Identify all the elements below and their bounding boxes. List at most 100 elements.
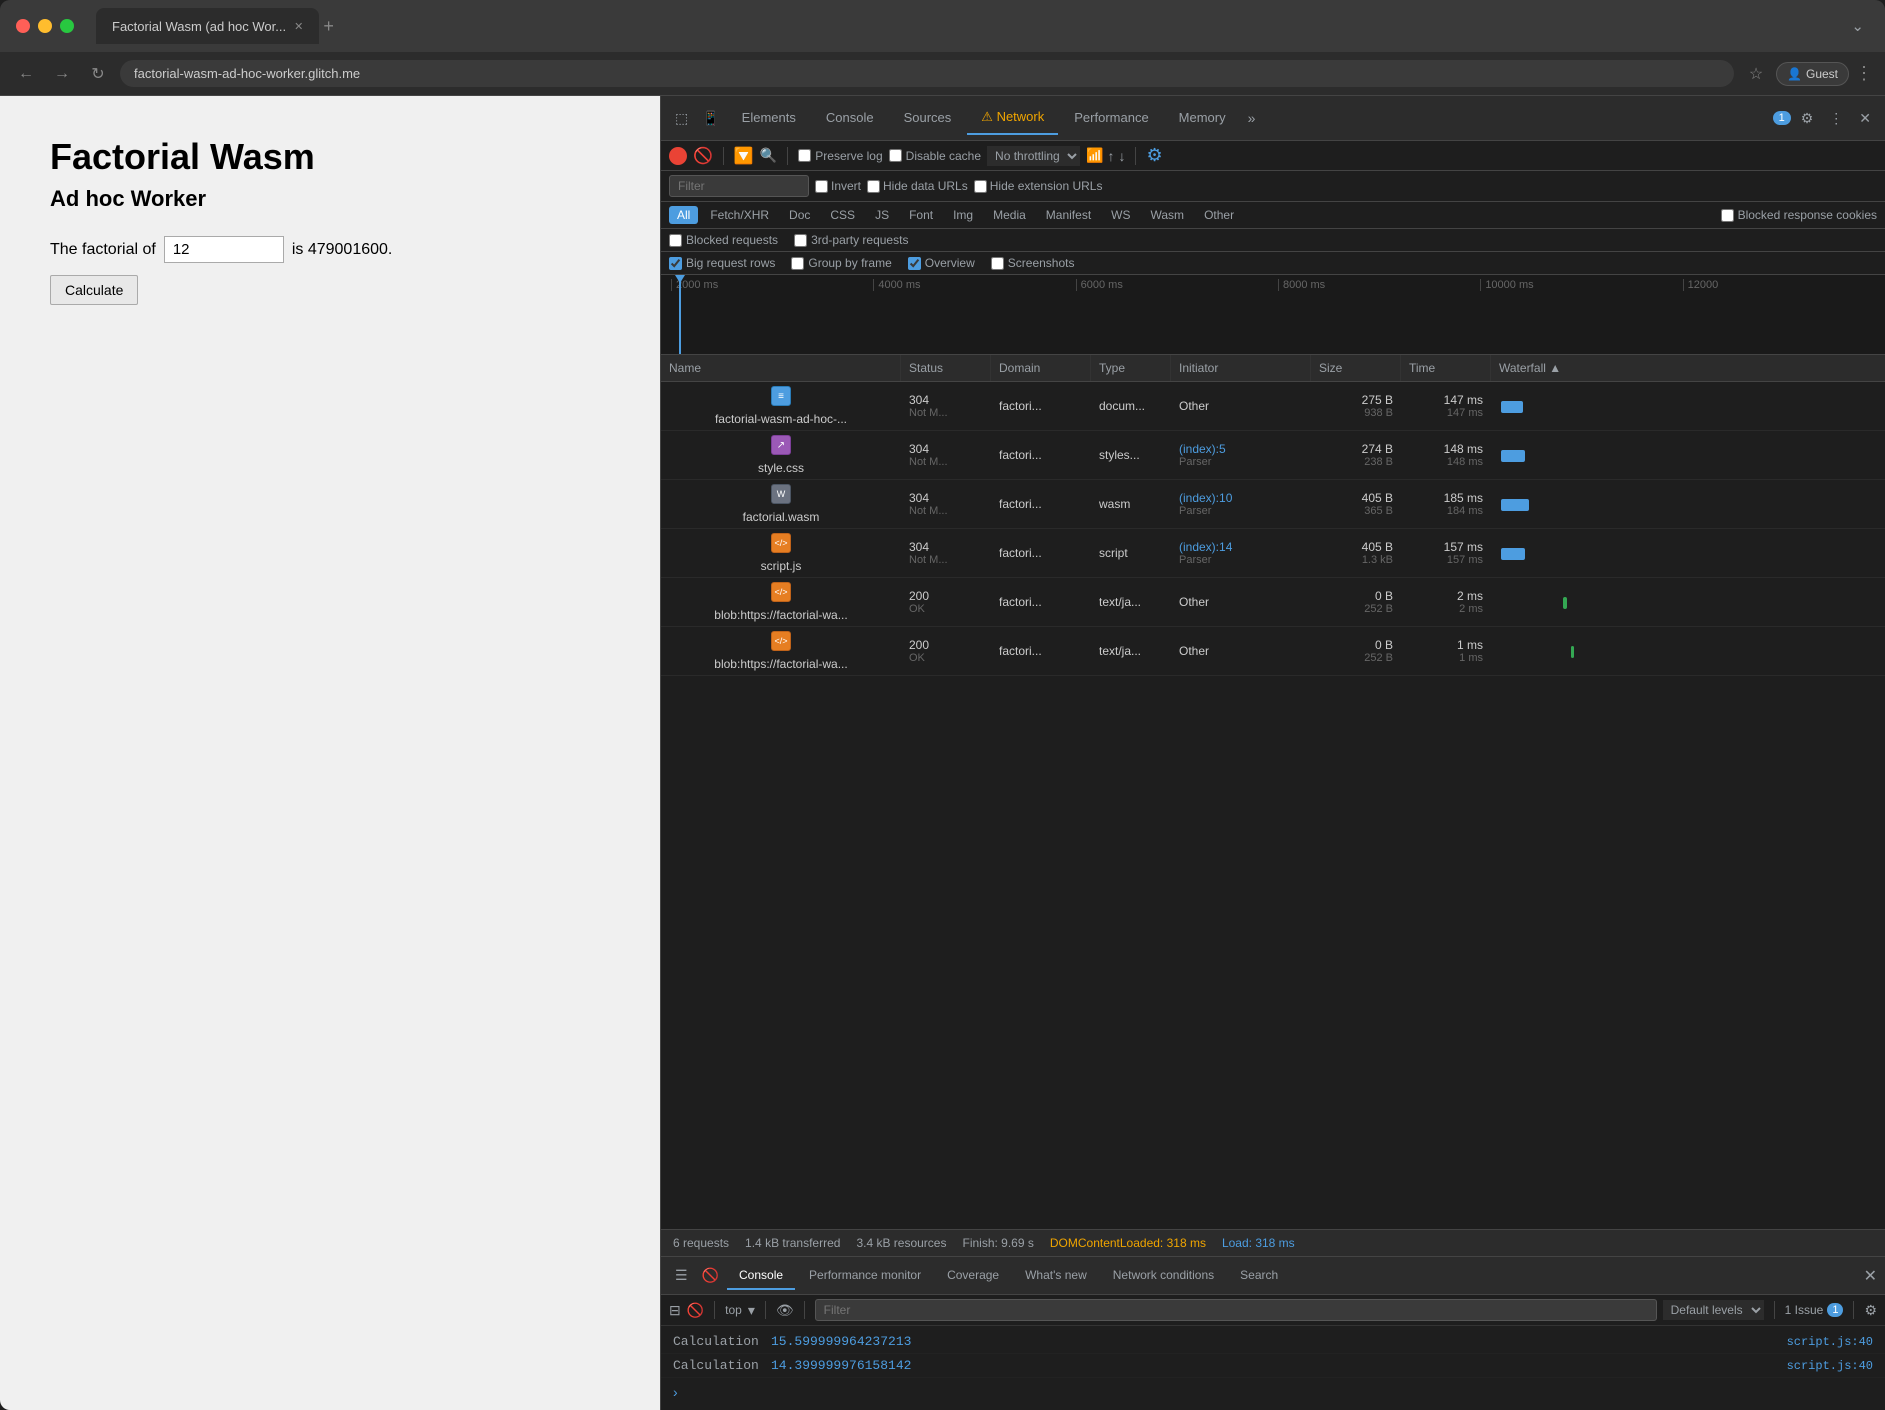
level-select[interactable]: Default levels — [1663, 1300, 1764, 1320]
tab-network[interactable]: ⚠ Network — [967, 101, 1058, 135]
console-src-0[interactable]: script.js:40 — [1787, 1335, 1873, 1349]
context-dropdown-btn[interactable]: ▾ — [748, 1302, 755, 1319]
console-clear-btn[interactable]: 🚫 — [696, 1263, 725, 1288]
throttle-select[interactable]: No throttling — [987, 146, 1080, 166]
guest-btn[interactable]: 👤 Guest — [1776, 62, 1849, 86]
clear-btn[interactable]: 🚫 — [693, 146, 713, 166]
invert-label[interactable]: Invert — [815, 179, 861, 193]
network-table[interactable]: Name Status Domain Type Initiator Size T… — [661, 355, 1885, 1229]
hide-data-urls-checkbox[interactable] — [867, 180, 880, 193]
console-src-1[interactable]: script.js:40 — [1787, 1359, 1873, 1373]
search-btn[interactable]: 🔍 — [760, 147, 777, 164]
table-row[interactable]: </> script.js 304 Not M... factori... sc… — [661, 529, 1885, 578]
console-tab-network-conditions[interactable]: Network conditions — [1101, 1262, 1226, 1290]
chrome-options-btn[interactable]: ⋮ — [1855, 63, 1873, 84]
table-row[interactable]: </> blob:https://factorial-wa... 200 OK … — [661, 578, 1885, 627]
console-filter-input[interactable] — [815, 1299, 1657, 1321]
console-tab-whats-new[interactable]: What's new — [1013, 1262, 1099, 1290]
timeline-cursor[interactable] — [679, 275, 681, 354]
type-btn-js[interactable]: JS — [867, 206, 897, 224]
tab-close-btn[interactable]: ✕ — [294, 20, 303, 33]
tab-console[interactable]: Console — [812, 102, 888, 135]
export-btn[interactable]: ↓ — [1118, 147, 1125, 164]
third-party-label[interactable]: 3rd-party requests — [794, 233, 908, 247]
preserve-log-checkbox[interactable] — [798, 149, 811, 162]
group-by-frame-label[interactable]: Group by frame — [791, 256, 891, 270]
blocked-cookies-label[interactable]: Blocked response cookies — [1721, 208, 1877, 222]
big-request-rows-label[interactable]: Big request rows — [669, 256, 775, 270]
big-request-rows-checkbox[interactable] — [669, 257, 682, 270]
disable-cache-checkbox[interactable] — [889, 149, 902, 162]
devtools-more-btn[interactable]: ⋮ — [1823, 106, 1849, 131]
timeline-overview[interactable]: 2000 ms 4000 ms 6000 ms 8000 ms 10000 ms… — [661, 275, 1885, 355]
table-row[interactable]: ≡ factorial-wasm-ad-hoc-... 304 Not M...… — [661, 382, 1885, 431]
devtools-settings-btn[interactable]: ⚙ — [1795, 106, 1820, 131]
browser-tab[interactable]: Factorial Wasm (ad hoc Wor... ✕ — [96, 8, 319, 44]
eye-btn[interactable]: 👁 — [776, 1302, 794, 1319]
blocked-requests-checkbox[interactable] — [669, 234, 682, 247]
inspect-element-btn[interactable]: ⬚ — [669, 106, 694, 131]
factorial-input[interactable] — [164, 236, 284, 263]
record-btn[interactable] — [669, 147, 687, 165]
third-party-checkbox[interactable] — [794, 234, 807, 247]
console-sidebar-btn[interactable]: ☰ — [669, 1263, 694, 1288]
minimize-window-btn[interactable] — [38, 19, 52, 33]
maximize-window-btn[interactable] — [60, 19, 74, 33]
reload-btn[interactable]: ↻ — [84, 60, 112, 88]
type-btn-ws[interactable]: WS — [1103, 206, 1138, 224]
preserve-log-label[interactable]: Preserve log — [798, 149, 882, 163]
table-row[interactable]: </> blob:https://factorial-wa... 200 OK … — [661, 627, 1885, 676]
type-btn-manifest[interactable]: Manifest — [1038, 206, 1099, 224]
tab-sources[interactable]: Sources — [890, 102, 966, 135]
more-tabs-btn[interactable]: » — [1242, 106, 1262, 130]
console-prompt[interactable]: › — [661, 1378, 1885, 1406]
calculate-btn[interactable]: Calculate — [50, 275, 138, 305]
group-by-frame-checkbox[interactable] — [791, 257, 804, 270]
close-window-btn[interactable] — [16, 19, 30, 33]
type-btn-other[interactable]: Other — [1196, 206, 1242, 224]
url-input[interactable] — [120, 60, 1734, 87]
invert-checkbox[interactable] — [815, 180, 828, 193]
type-btn-font[interactable]: Font — [901, 206, 941, 224]
console-tab-perf-monitor[interactable]: Performance monitor — [797, 1262, 933, 1290]
console-tab-console[interactable]: Console — [727, 1262, 795, 1290]
network-settings-btn[interactable]: ⚙ — [1146, 145, 1162, 166]
console-tab-search[interactable]: Search — [1228, 1262, 1290, 1290]
overview-checkbox[interactable] — [908, 257, 921, 270]
type-btn-doc[interactable]: Doc — [781, 206, 818, 224]
chrome-menu-btn[interactable]: ⌄ — [1846, 14, 1869, 38]
device-toolbar-btn[interactable]: 📱 — [696, 106, 725, 131]
tab-memory[interactable]: Memory — [1165, 102, 1240, 135]
type-btn-img[interactable]: Img — [945, 206, 981, 224]
devtools-close-btn[interactable]: ✕ — [1853, 106, 1877, 131]
filter-toggle-btn[interactable]: 🔽 — [734, 146, 754, 166]
new-tab-btn[interactable]: + — [323, 16, 334, 37]
type-btn-media[interactable]: Media — [985, 206, 1034, 224]
type-btn-css[interactable]: CSS — [822, 206, 863, 224]
type-btn-fetchxhr[interactable]: Fetch/XHR — [702, 206, 777, 224]
bookmark-btn[interactable]: ☆ — [1742, 60, 1770, 88]
row-1-initiator-link[interactable]: (index):5 — [1179, 442, 1303, 456]
row-3-initiator-link[interactable]: (index):14 — [1179, 540, 1303, 554]
console-close-btn[interactable]: ✕ — [1864, 1266, 1877, 1286]
table-row[interactable]: W factorial.wasm 304 Not M... factori...… — [661, 480, 1885, 529]
wifi-icon-btn[interactable]: 📶 — [1086, 147, 1103, 164]
table-row[interactable]: ↗ style.css 304 Not M... factori... styl… — [661, 431, 1885, 480]
tab-performance[interactable]: Performance — [1060, 102, 1162, 135]
blocked-cookies-checkbox[interactable] — [1721, 209, 1734, 222]
console-clear-2[interactable]: 🚫 — [687, 1302, 704, 1319]
screenshots-checkbox[interactable] — [991, 257, 1004, 270]
console-tab-coverage[interactable]: Coverage — [935, 1262, 1011, 1290]
import-btn[interactable]: ↑ — [1107, 147, 1114, 164]
forward-btn[interactable]: → — [48, 60, 76, 88]
overview-label[interactable]: Overview — [908, 256, 975, 270]
type-btn-all[interactable]: All — [669, 206, 698, 224]
screenshots-label[interactable]: Screenshots — [991, 256, 1075, 270]
hide-ext-urls-label[interactable]: Hide extension URLs — [974, 179, 1103, 193]
blocked-requests-label[interactable]: Blocked requests — [669, 233, 778, 247]
filter-input[interactable] — [669, 175, 809, 197]
hide-data-urls-label[interactable]: Hide data URLs — [867, 179, 968, 193]
console-settings-btn[interactable]: ⚙ — [1864, 1302, 1877, 1319]
type-btn-wasm[interactable]: Wasm — [1143, 206, 1193, 224]
console-sidebar-toggle[interactable]: ⊟ — [669, 1302, 681, 1319]
